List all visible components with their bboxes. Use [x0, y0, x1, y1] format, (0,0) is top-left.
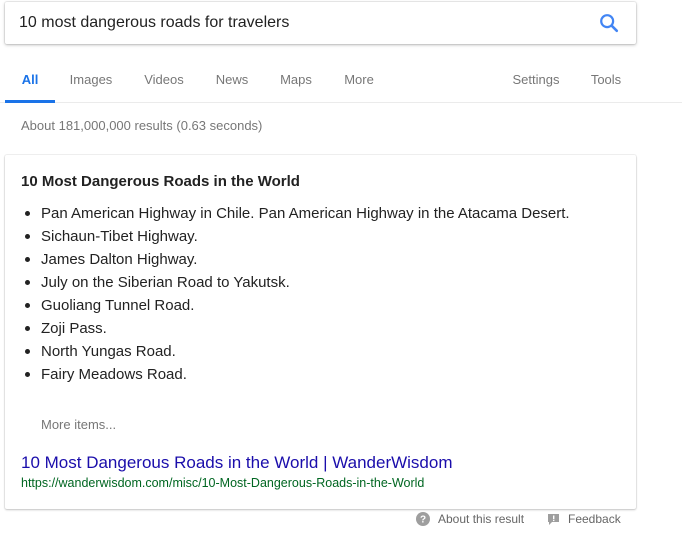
list-item: Guoliang Tunnel Road.	[21, 296, 611, 315]
list-item: Zoji Pass.	[21, 319, 611, 338]
bullet-icon	[25, 303, 30, 308]
bullet-icon	[25, 257, 30, 262]
result-url: https://wanderwisdom.com/misc/10-Most-Da…	[21, 476, 425, 490]
tab-more[interactable]: More	[339, 58, 379, 102]
about-this-result-label: About this result	[438, 512, 525, 526]
about-this-result-link[interactable]: ? About this result	[416, 512, 524, 526]
tab-maps[interactable]: Maps	[276, 58, 316, 102]
search-box	[5, 2, 636, 44]
snippet-title: 10 Most Dangerous Roads in the World	[21, 173, 300, 190]
search-icon[interactable]	[598, 12, 620, 34]
more-items-link[interactable]: More items...	[41, 417, 116, 432]
list-item: July on the Siberian Road to Yakutsk.	[21, 273, 611, 292]
tab-images[interactable]: Images	[67, 58, 115, 102]
tab-videos[interactable]: Videos	[140, 58, 188, 102]
bullet-icon	[25, 349, 30, 354]
list-item: James Dalton Highway.	[21, 250, 611, 269]
bullet-icon	[25, 280, 30, 285]
list-item: Fairy Meadows Road.	[21, 365, 611, 384]
featured-snippet: 10 Most Dangerous Roads in the World Pan…	[5, 155, 636, 509]
help-icon: ?	[416, 512, 430, 526]
list-item: Sichaun-Tibet Highway.	[21, 227, 611, 246]
tab-all[interactable]: All	[5, 58, 55, 103]
results-stats: About 181,000,000 results (0.63 seconds)	[21, 118, 263, 133]
svg-text:?: ?	[420, 515, 426, 526]
list-item: Pan American Highway in Chile. Pan Ameri…	[21, 204, 611, 223]
result-title-link[interactable]: 10 Most Dangerous Roads in the World | W…	[21, 453, 453, 473]
bullet-icon	[25, 372, 30, 377]
list-item: North Yungas Road.	[21, 342, 611, 361]
bullet-icon	[25, 326, 30, 331]
search-tabs: All Images Videos News Maps More Setting…	[0, 58, 682, 103]
snippet-list: Pan American Highway in Chile. Pan Ameri…	[21, 204, 611, 388]
search-input[interactable]	[19, 2, 579, 44]
tab-tools[interactable]: Tools	[585, 58, 627, 102]
feedback-label: Feedback	[568, 512, 621, 526]
tab-settings[interactable]: Settings	[506, 58, 566, 102]
bullet-icon	[25, 211, 30, 216]
feedback-icon	[547, 513, 560, 526]
bullet-icon	[25, 234, 30, 239]
tab-news[interactable]: News	[211, 58, 253, 102]
feedback-link[interactable]: Feedback	[547, 512, 621, 526]
